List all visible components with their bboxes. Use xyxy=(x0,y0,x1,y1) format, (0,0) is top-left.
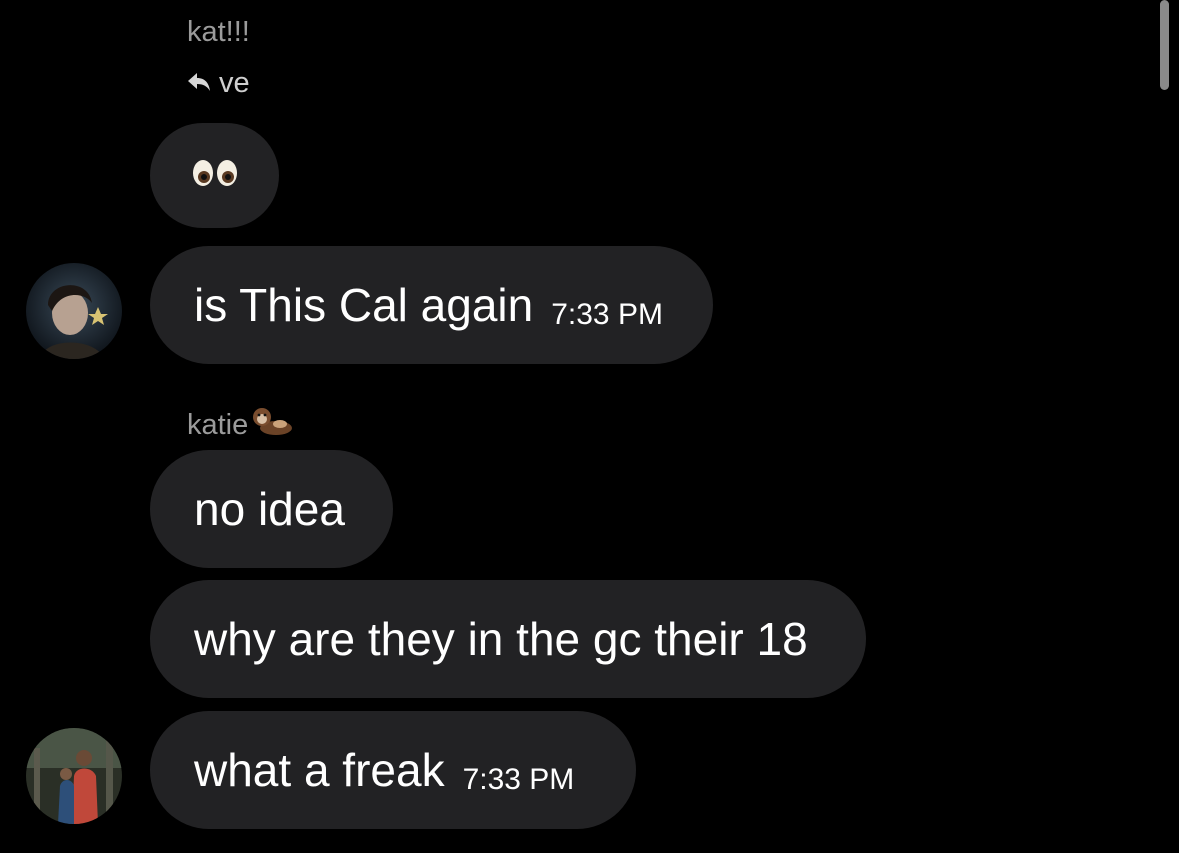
message-bubble[interactable]: what a freak 7:33 PM xyxy=(150,711,636,829)
sender-name: kat!!! xyxy=(187,15,250,49)
message-text: what a freak xyxy=(194,744,445,796)
message-bubble[interactable]: why are they in the gc their 18 xyxy=(150,580,866,698)
message-text: no idea xyxy=(194,483,345,535)
otter-emoji: 🦦 xyxy=(250,404,294,446)
message-text: why are they in the gc their 18 xyxy=(194,613,808,665)
message-bubble[interactable]: no idea xyxy=(150,450,393,568)
message-text: is This Cal again xyxy=(194,279,534,331)
scrollbar[interactable] xyxy=(1160,0,1169,90)
sender-name-text: kat!!! xyxy=(187,16,250,48)
message-timestamp: 7:33 PM xyxy=(462,763,575,796)
message-bubble[interactable]: is This Cal again 7:33 PM xyxy=(150,246,713,364)
sender-name-text: katie xyxy=(187,409,249,441)
message-bubble[interactable]: 👀 xyxy=(150,123,279,228)
message-timestamp: 7:33 PM xyxy=(551,298,663,331)
eyes-emoji: 👀 xyxy=(190,158,240,193)
sender-name: katie 🦦 xyxy=(187,404,294,446)
avatar[interactable] xyxy=(26,728,122,824)
reply-reference[interactable]: ve xyxy=(187,66,250,100)
reply-target-name: ve xyxy=(219,67,250,99)
reply-arrow-icon xyxy=(187,66,211,100)
avatar[interactable] xyxy=(26,263,122,359)
